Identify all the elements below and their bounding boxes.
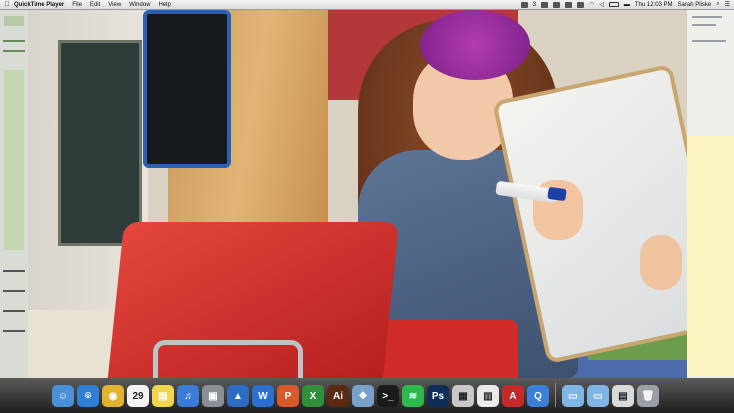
background-app-window-left[interactable] — [0, 10, 28, 378]
word-icon[interactable]: W — [252, 385, 274, 407]
bluetooth-icon[interactable] — [576, 1, 584, 8]
wifi-icon[interactable]: ◠ — [589, 1, 594, 8]
file-icon[interactable]: ▦ — [452, 385, 474, 407]
dropbox-icon[interactable] — [540, 1, 548, 8]
video-content — [143, 10, 231, 168]
status-app-icon[interactable] — [520, 1, 528, 8]
status-badge: 3 — [532, 1, 536, 8]
keynote-icon[interactable]: ▲ — [227, 385, 249, 407]
spotlight-icon[interactable]: ⌕ — [716, 1, 719, 8]
finder-icon[interactable]: ☺ — [52, 385, 74, 407]
background-app-window-right[interactable] — [687, 10, 734, 378]
menu-window[interactable]: Window — [129, 2, 150, 8]
background-app-line — [3, 290, 25, 292]
photoshop-icon[interactable]: Ps — [427, 385, 449, 407]
document-icon[interactable]: ▥ — [477, 385, 499, 407]
dock-separator — [555, 383, 556, 407]
video-content — [153, 340, 303, 378]
sticky-note-window[interactable] — [687, 136, 734, 376]
notification-center-icon[interactable]: ☰ — [725, 1, 730, 8]
app-name-menu[interactable]: QuickTime Player — [14, 2, 64, 8]
menu-view[interactable]: View — [108, 2, 121, 8]
video-content — [58, 40, 142, 246]
clock[interactable]: Thu 12:03 PM — [635, 2, 673, 8]
safari-icon[interactable]: ⌾ — [77, 385, 99, 407]
calendar-icon[interactable]: 29 — [127, 385, 149, 407]
menu-file[interactable]: File — [72, 2, 82, 8]
background-app-line — [3, 50, 25, 52]
background-app-line — [692, 16, 722, 18]
video-content — [547, 186, 567, 202]
spotify-icon[interactable]: ≋ — [402, 385, 424, 407]
background-app-line — [692, 24, 716, 26]
chrome-icon[interactable]: ◉ — [102, 385, 124, 407]
image-capture-icon[interactable]: ❖ — [352, 385, 374, 407]
dock: ☺ ⌾ ◉ 29 ▤ ♫ ▣ ▲ W P X Ai ❖ >_ ≋ Ps ▦ ▥ A Q ▭ ▭ ▤ 🗑 — [48, 380, 688, 411]
quicktime-icon[interactable]: Q — [527, 385, 549, 407]
downloads-stack-icon[interactable]: ▤ — [612, 385, 634, 407]
terminal-icon[interactable]: >_ — [377, 385, 399, 407]
background-app-toolbar — [4, 16, 24, 26]
video-content — [420, 10, 530, 80]
background-app-line — [692, 40, 726, 42]
time-machine-icon[interactable] — [564, 1, 572, 8]
background-app-panel — [4, 70, 24, 250]
apple-menu-icon[interactable]:  — [0, 1, 14, 8]
background-app-line — [3, 310, 25, 312]
excel-icon[interactable]: X — [302, 385, 324, 407]
acrobat-icon[interactable]: A — [502, 385, 524, 407]
background-app-line — [3, 270, 25, 272]
sync-icon[interactable] — [552, 1, 560, 8]
video-frame[interactable] — [28, 10, 687, 378]
background-app-line — [3, 40, 25, 42]
battery-icon[interactable] — [608, 2, 619, 7]
input-flag-icon[interactable]: ▬ — [624, 2, 630, 8]
video-content — [640, 235, 682, 290]
illustrator-icon[interactable]: Ai — [327, 385, 349, 407]
background-app-line — [3, 330, 25, 332]
menu-edit[interactable]: Edit — [90, 2, 100, 8]
volume-icon[interactable]: ◁ — [599, 1, 604, 8]
preview-icon[interactable]: ▣ — [202, 385, 224, 407]
documents-folder-icon[interactable]: ▭ — [587, 385, 609, 407]
stickies-icon[interactable]: ▤ — [152, 385, 174, 407]
status-area: 3 ◠ ◁ ▬ Thu 12:03 PM Sarah Pliske ⌕ ☰ — [520, 1, 734, 8]
menu-help[interactable]: Help — [159, 2, 171, 8]
menu-bar:  QuickTime Player File Edit View Window… — [0, 0, 734, 10]
user-menu[interactable]: Sarah Pliske — [678, 2, 712, 8]
powerpoint-icon[interactable]: P — [277, 385, 299, 407]
itunes-icon[interactable]: ♫ — [177, 385, 199, 407]
applications-folder-icon[interactable]: ▭ — [562, 385, 584, 407]
trash-icon[interactable]: 🗑 — [637, 385, 659, 407]
